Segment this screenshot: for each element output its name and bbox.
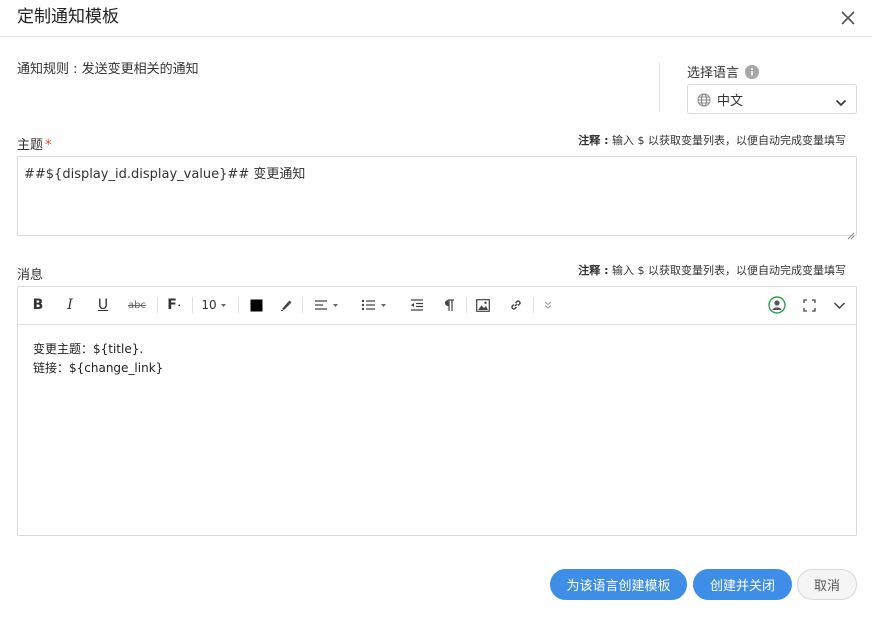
globe-icon bbox=[697, 92, 711, 107]
toolbar-separator bbox=[157, 297, 158, 313]
insert-link-button[interactable] bbox=[507, 295, 525, 315]
subject-input-value: ##${display_id.display_value}## 变更通知 bbox=[24, 167, 306, 182]
outdent-icon bbox=[411, 299, 423, 311]
editor-line: 变更主题：${title}. bbox=[33, 342, 144, 356]
font-size-value: 10 bbox=[201, 298, 217, 312]
subject-input[interactable]: ##${display_id.display_value}## 变更通知 bbox=[17, 156, 857, 236]
toolbar-separator bbox=[302, 297, 303, 313]
caret-down-icon bbox=[332, 303, 338, 307]
editor-toolbar: B I U abc F · 10 bbox=[18, 287, 856, 325]
language-label: 选择语言 bbox=[687, 62, 760, 81]
list-button[interactable] bbox=[358, 295, 390, 315]
outdent-button[interactable] bbox=[408, 295, 426, 315]
dialog-header: 定制通知模板 bbox=[0, 0, 872, 37]
editor-line: 链接：${change_link} bbox=[33, 361, 164, 375]
double-chevron-down-icon bbox=[544, 301, 552, 309]
toolbar-separator bbox=[533, 297, 534, 313]
chevron-down-icon bbox=[833, 301, 845, 309]
caret-down-icon bbox=[381, 303, 386, 307]
font-family-label: F bbox=[167, 297, 177, 313]
align-left-icon bbox=[314, 300, 327, 310]
create-language-template-button[interactable]: 为该语言创建模板 bbox=[550, 569, 687, 600]
editor-content[interactable]: 变更主题：${title}. 链接：${change_link} bbox=[33, 340, 163, 378]
fullscreen-icon bbox=[802, 298, 816, 312]
resize-handle-icon[interactable] bbox=[846, 225, 855, 240]
subject-note: 注释 : 输入 $ 以获取变量列表，以便自动完成变量填写 bbox=[578, 132, 846, 148]
notification-rule-text: 通知规则 : 发送变更相关的通知 bbox=[17, 62, 199, 77]
collapse-toolbar-button[interactable] bbox=[831, 295, 847, 315]
close-icon[interactable] bbox=[838, 8, 858, 28]
user-avatar-icon bbox=[768, 296, 786, 314]
toolbar-separator bbox=[192, 297, 193, 313]
message-editor: B I U abc F · 10 变更主题：${title}. 链接：${cha… bbox=[17, 286, 857, 536]
text-color-button[interactable] bbox=[248, 295, 264, 315]
caret-down-icon bbox=[220, 303, 226, 307]
subject-label: 主题 * bbox=[17, 134, 52, 153]
text-color-icon bbox=[250, 299, 262, 311]
language-select[interactable]: 中文 bbox=[687, 84, 857, 114]
toolbar-separator bbox=[466, 297, 467, 313]
toolbar-separator bbox=[238, 297, 239, 313]
chevron-down-icon bbox=[835, 94, 847, 107]
insert-image-button[interactable] bbox=[474, 295, 492, 315]
strikethrough-button[interactable]: abc bbox=[126, 295, 148, 315]
bold-button[interactable]: B bbox=[30, 295, 46, 315]
dropdown-dot-icon: · bbox=[177, 300, 181, 310]
image-icon bbox=[476, 298, 490, 312]
vertical-divider bbox=[659, 62, 660, 112]
more-tools-button[interactable] bbox=[541, 295, 555, 315]
subject-note-prefix: 注释 : bbox=[578, 134, 609, 147]
link-icon bbox=[511, 300, 521, 310]
user-avatar-button[interactable] bbox=[767, 295, 787, 315]
italic-button[interactable]: I bbox=[62, 295, 78, 315]
message-note: 注释 : 输入 $ 以获取变量列表，以便自动完成变量填写 bbox=[578, 262, 846, 278]
underline-button[interactable]: U bbox=[95, 295, 111, 315]
language-label-text: 选择语言 bbox=[687, 66, 740, 81]
subject-label-text: 主题 bbox=[17, 138, 44, 153]
paragraph-icon bbox=[445, 298, 454, 311]
font-family-button[interactable]: F · bbox=[164, 295, 184, 315]
message-label: 消息 bbox=[17, 268, 44, 283]
fullscreen-button[interactable] bbox=[801, 295, 817, 315]
cancel-button[interactable]: 取消 bbox=[797, 569, 857, 600]
info-icon[interactable] bbox=[745, 64, 760, 79]
highlight-button[interactable] bbox=[278, 295, 294, 315]
language-select-value: 中文 bbox=[717, 93, 744, 109]
message-note-text: 输入 $ 以获取变量列表，以便自动完成变量填写 bbox=[608, 264, 846, 277]
subject-note-text: 输入 $ 以获取变量列表，以便自动完成变量填写 bbox=[608, 134, 846, 147]
paragraph-button[interactable] bbox=[441, 295, 457, 315]
create-and-close-button[interactable]: 创建并关闭 bbox=[693, 569, 792, 600]
message-note-prefix: 注释 : bbox=[578, 264, 609, 277]
dialog-title: 定制通知模板 bbox=[17, 7, 119, 27]
align-button[interactable] bbox=[311, 295, 341, 315]
required-mark: * bbox=[45, 138, 52, 153]
list-bullet-icon bbox=[361, 299, 375, 311]
highlighter-icon bbox=[281, 300, 292, 311]
font-size-select[interactable]: 10 bbox=[200, 295, 228, 315]
